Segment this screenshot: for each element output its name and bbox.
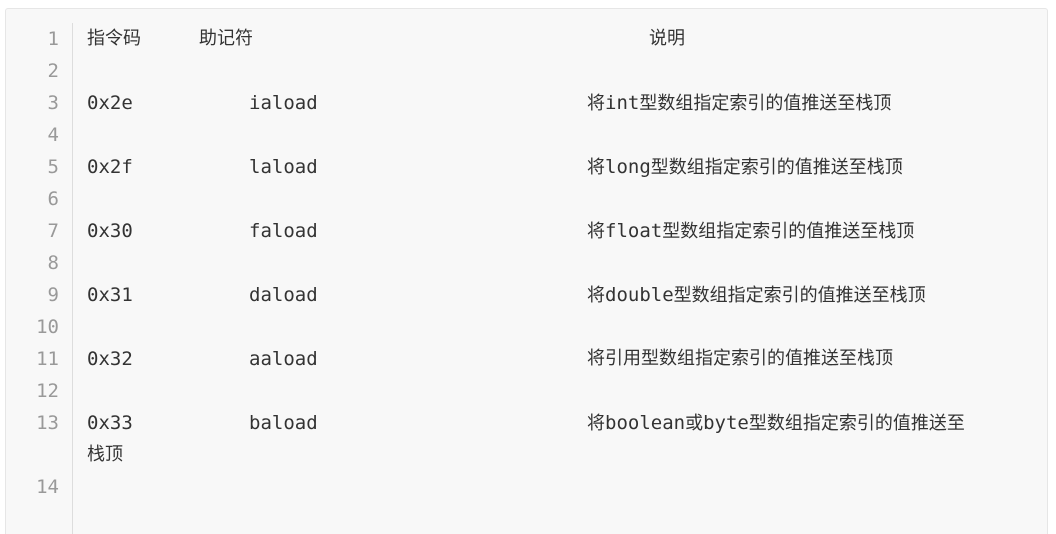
- opcode: 0x2e: [87, 92, 133, 114]
- line-number: 2: [47, 60, 59, 82]
- description-text: 将: [587, 413, 605, 434]
- code-line: 11 0x32 aaload 将引用型数组指定索引的值推送至栈顶: [6, 343, 1047, 375]
- line-number: 6: [47, 188, 59, 210]
- code-line: 5 0x2f laload 将long型数组指定索引的值推送至栈顶: [6, 151, 1047, 183]
- description: 将float型数组指定索引的值推送至栈顶: [587, 215, 914, 248]
- code-block: 1 指令码 助记符 说明 2 3 0x2e iaload 将int型数组指定索引…: [5, 8, 1048, 534]
- line-number: 12: [36, 380, 59, 402]
- description-text: 型数组指定索引的值推送至栈顶: [650, 157, 903, 178]
- code-line: 4: [6, 119, 1047, 151]
- line-number: 1: [47, 28, 59, 50]
- description-type: float: [605, 220, 663, 242]
- code-line: 10: [6, 311, 1047, 343]
- opcode: 0x32: [87, 348, 133, 370]
- description-text: 将: [587, 157, 605, 178]
- code-line: 2: [6, 55, 1047, 87]
- line-number: 11: [36, 348, 59, 370]
- opcode: 0x2f: [87, 156, 133, 178]
- line-number: 4: [47, 124, 59, 146]
- description-text: 型数组指定索引的值推送至栈顶: [639, 93, 892, 114]
- line-number: 7: [47, 220, 59, 242]
- header-opcode: 指令码: [87, 28, 141, 49]
- line-number: 10: [36, 316, 59, 338]
- code-line: 12: [6, 375, 1047, 407]
- code-line: 14: [6, 471, 1047, 503]
- code-line: 9 0x31 daload 将double型数组指定索引的值推送至栈顶: [6, 279, 1047, 311]
- header-mnemonic: 助记符: [199, 28, 253, 49]
- description-type: long: [605, 156, 651, 178]
- line-number: 5: [47, 156, 59, 178]
- code-line: 7 0x30 faload 将float型数组指定索引的值推送至栈顶: [6, 215, 1047, 247]
- description-text: 型数组指定索引的值推送至栈顶: [662, 221, 915, 242]
- mnemonic: laload: [249, 156, 318, 178]
- description: 将int型数组指定索引的值推送至栈顶: [587, 87, 891, 120]
- mnemonic: daload: [249, 284, 318, 306]
- code-line: 3 0x2e iaload 将int型数组指定索引的值推送至栈顶: [6, 87, 1047, 119]
- description-wrap: 栈顶: [87, 444, 123, 465]
- code-line: 8: [6, 247, 1047, 279]
- description-type: double: [605, 284, 674, 306]
- line-number: 14: [36, 476, 59, 498]
- description-text: 将: [587, 93, 605, 114]
- description-text: 型数组指定索引的值推送至栈顶: [673, 285, 926, 306]
- description-type: boolean: [605, 412, 686, 434]
- opcode: 0x31: [87, 284, 133, 306]
- description: 将double型数组指定索引的值推送至栈顶: [587, 279, 926, 312]
- description: 将引用型数组指定索引的值推送至栈顶: [587, 348, 893, 369]
- line-number: 8: [47, 252, 59, 274]
- description-text: 型数组指定索引的值推送至: [748, 413, 965, 434]
- description-text: 将: [587, 221, 605, 242]
- description-text: 将: [587, 285, 605, 306]
- opcode: 0x33: [87, 412, 133, 434]
- description-type: int: [605, 92, 640, 114]
- code-line: 1 指令码 助记符 说明: [6, 23, 1047, 55]
- description-text: 或: [685, 413, 704, 434]
- line-number: 13: [36, 412, 59, 434]
- mnemonic: faload: [249, 220, 318, 242]
- description: 将long型数组指定索引的值推送至栈顶: [587, 151, 903, 184]
- line-number: 9: [47, 284, 59, 306]
- code-line: 13 0x33 baload 将boolean或byte型数组指定索引的值推送至…: [6, 407, 1047, 471]
- code-line: 6: [6, 183, 1047, 215]
- mnemonic: aaload: [249, 348, 318, 370]
- description-type: byte: [703, 412, 749, 434]
- opcode: 0x30: [87, 220, 133, 242]
- description: 将boolean或byte型数组指定索引的值推送至: [587, 407, 965, 440]
- mnemonic: iaload: [249, 92, 318, 114]
- header-description: 说明: [649, 28, 685, 49]
- line-number: 3: [47, 92, 59, 114]
- mnemonic: baload: [249, 412, 318, 434]
